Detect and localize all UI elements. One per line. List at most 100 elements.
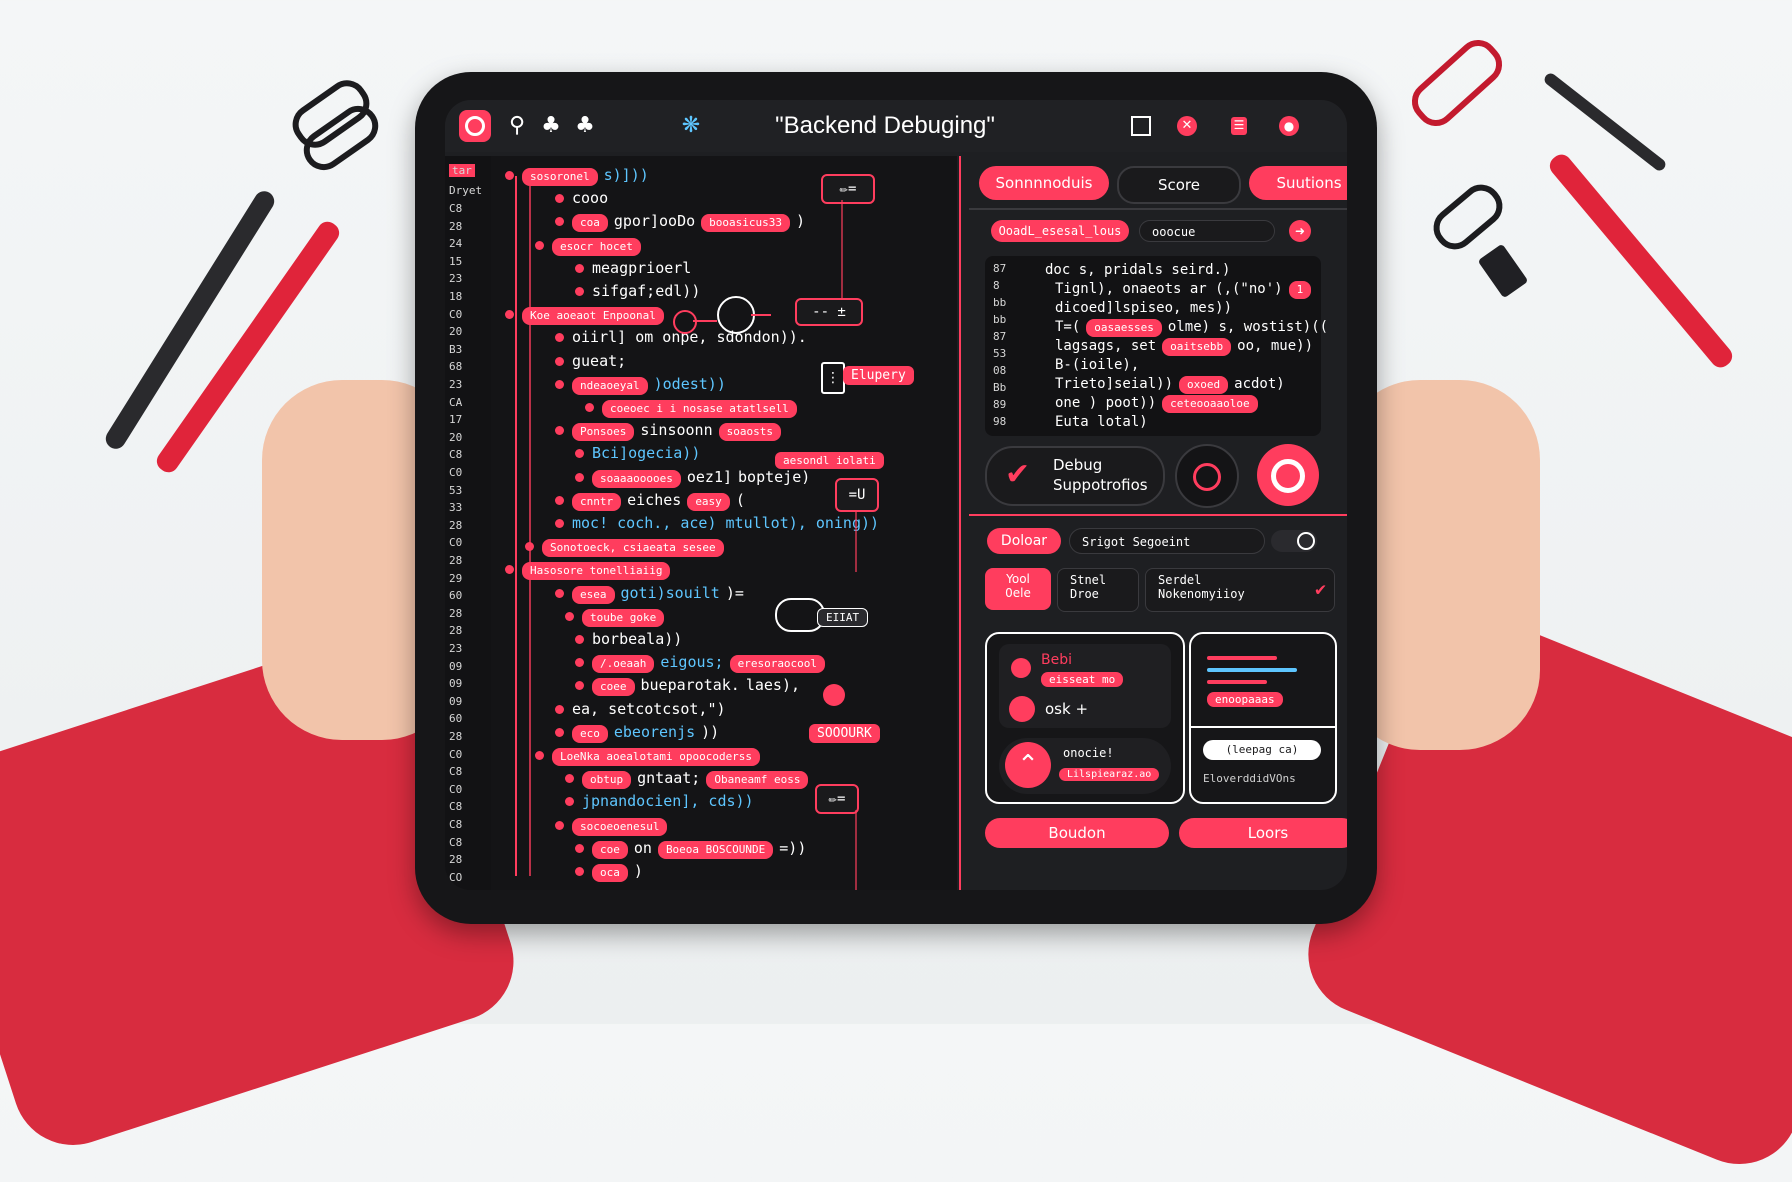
edit-icon-2[interactable]: ✏= (815, 784, 859, 814)
breakpoint-icon[interactable] (575, 287, 584, 296)
breakpoint-icon[interactable] (575, 681, 584, 691)
code-line[interactable]: moc! coch., ace) mtullot), oning)) (555, 514, 885, 532)
tab-score[interactable]: Score (1117, 166, 1241, 204)
bug-icon[interactable]: ❋ (675, 110, 707, 142)
filter-tag[interactable]: Doloar (987, 528, 1061, 554)
breakpoint-icon[interactable] (555, 519, 564, 528)
location-icon[interactable]: ● (1273, 110, 1305, 142)
club-icon[interactable]: ♣ (535, 110, 567, 142)
code-line[interactable]: obtup gntaat; Obaneamf eoss (565, 769, 814, 790)
close-circle-icon[interactable]: ✕ (1171, 110, 1203, 142)
breakpoint-icon[interactable] (555, 495, 564, 505)
breakpoint-icon[interactable] (565, 611, 574, 621)
breakpoint-icon[interactable] (555, 727, 564, 737)
breakpoint-icon[interactable] (555, 333, 564, 343)
breakpoint-icon[interactable] (505, 310, 514, 320)
breakpoint-icon[interactable] (575, 263, 584, 273)
card-left-inner-bottom[interactable]: ⌃ onocie! Lilspiearaz.ao (999, 738, 1171, 794)
code-line[interactable]: cnntr eiches easy ( (555, 491, 751, 511)
breakpoint-icon[interactable] (555, 379, 564, 389)
edit-icon[interactable]: ✏= (821, 174, 875, 204)
code-line[interactable]: ndeaoeyal)odest)) (555, 375, 732, 395)
breakpoint-icon[interactable] (505, 171, 514, 180)
breakpoint-icon[interactable] (585, 403, 594, 412)
code-line[interactable]: esocr hocet (535, 236, 647, 256)
code-line[interactable]: coa gpor]ooDo booasicus33) (555, 212, 811, 233)
pause-icon[interactable]: ⋮ (821, 362, 845, 394)
row-box-1[interactable]: Stnel Droe (1057, 568, 1139, 612)
code-line[interactable]: esea goti)souilt)= (555, 584, 750, 604)
equals-u-icon[interactable]: =U (835, 478, 879, 512)
code-line[interactable]: gueat; (555, 352, 632, 370)
breakpoint-icon[interactable] (535, 751, 544, 760)
breakpoint-icon[interactable] (525, 542, 534, 552)
breakpoint-icon[interactable] (575, 635, 584, 644)
debug-card[interactable]: ✔ Debug Suppotrofios (985, 446, 1165, 506)
code-line[interactable]: lagsags, set oaitsebb oo, mue)) (1055, 338, 1319, 356)
code-line[interactable]: oca) (575, 862, 649, 882)
plugin-icon[interactable]: ♣ (569, 110, 601, 142)
breakpoint-icon[interactable] (555, 426, 564, 436)
breakpoint-icon[interactable] (575, 867, 584, 876)
search-circle-button[interactable] (1175, 444, 1239, 508)
breakpoint-icon[interactable] (555, 588, 564, 598)
code-line[interactable]: coee bueparotak. laes), (575, 676, 806, 697)
code-line[interactable]: meagprioerl (575, 259, 697, 277)
tab-suutions[interactable]: Suutions (1249, 166, 1347, 200)
code-line[interactable]: Tignl), onaeots ar (,("no') 1 (1055, 281, 1317, 299)
code-line[interactable]: ea, setcotcsot,") (555, 700, 732, 718)
filter-input[interactable]: Srigot Segoeint (1069, 528, 1265, 554)
row-box-2[interactable]: Serdel Nokenomyiioy ✔ (1145, 568, 1335, 612)
menu-icon[interactable]: ☰ (1223, 110, 1255, 142)
code-line[interactable]: /.oeaah eigous; eresoraocool (575, 653, 831, 674)
code-line[interactable]: Koe aoeaot Enpoonal (505, 305, 670, 326)
breakpoint-icon[interactable] (575, 472, 584, 482)
breakpoint-icon[interactable] (505, 565, 514, 575)
tab-sonnnnoduis[interactable]: Sonnnnoduis (979, 166, 1109, 200)
code-line[interactable]: T=(oasaesses olme) s, wostist)(( (1055, 319, 1334, 337)
code-line[interactable]: Euta lotal) (1055, 414, 1154, 430)
toggle-icon[interactable] (1271, 530, 1317, 552)
record-icon[interactable] (459, 110, 491, 142)
code-line[interactable]: eco ebeorenjs)) (555, 723, 725, 743)
code-line[interactable]: B-(ioile), (1055, 357, 1145, 373)
code-line[interactable]: cooo (555, 189, 614, 207)
code-line[interactable]: Hasosore tonelliaiig (505, 560, 676, 581)
code-line[interactable]: coeoec i i nosase atatlsell (585, 398, 803, 418)
breakpoint-icon[interactable] (555, 704, 564, 714)
code-line[interactable]: sifgaf;edl)) (575, 282, 706, 300)
breakpoint-icon[interactable] (555, 194, 564, 204)
breakpoint-icon[interactable] (575, 658, 584, 668)
breakpoint-icon[interactable] (575, 449, 584, 459)
code-line[interactable]: socoeoenesul (555, 816, 673, 836)
code-line[interactable]: dicoed]lspiseo, mes)) (1055, 300, 1238, 316)
breakpoint-icon[interactable] (565, 797, 574, 807)
breakpoint-icon[interactable] (535, 240, 544, 250)
loors-button[interactable]: Loors (1179, 818, 1347, 848)
row-badge[interactable]: Yool 0ele (985, 568, 1051, 610)
settings-circle-button[interactable] (1257, 444, 1319, 506)
code-line[interactable]: coe on Boeoa BOSCOUNDE =)) (575, 839, 812, 859)
breakpoint-icon[interactable] (565, 774, 574, 784)
breakpoint-icon[interactable] (555, 356, 564, 366)
code-line[interactable]: doc s, pridals seird.) (1045, 262, 1236, 278)
card-right-input[interactable]: (leepag ca) (1203, 740, 1321, 760)
search-input[interactable]: ooocue (1139, 220, 1275, 242)
search-icon[interactable]: ⚲ (501, 110, 533, 142)
code-line[interactable]: LoeNka aoealotami opoocoderss (535, 746, 766, 766)
breakpoint-icon[interactable] (555, 820, 564, 830)
code-line[interactable]: toube goke (565, 607, 670, 627)
code-line[interactable]: Trieto]seial)) oxoed acdot) (1055, 376, 1291, 394)
code-line[interactable]: soaaaooooes oez1] bopteje) (575, 468, 816, 488)
code-line[interactable]: borbeala)) (575, 630, 688, 648)
square-icon[interactable] (1125, 110, 1157, 142)
search-go-icon[interactable]: ➜ (1289, 220, 1311, 242)
code-line[interactable]: jpnandocien], cds)) (565, 792, 760, 810)
breakpoint-icon[interactable] (555, 217, 564, 227)
breakpoint-icon[interactable] (575, 843, 584, 853)
code-line[interactable]: Sonotoeck, csiaeata sesee (525, 537, 730, 558)
minus-plus-icon[interactable]: -- ± (795, 298, 863, 326)
code-line[interactable]: one ) poot)) ceteooaaoloe (1055, 395, 1264, 413)
code-line[interactable]: Ponsoes sinsoonn soaosts (555, 421, 787, 442)
code-line[interactable]: sosoronel s)])) (505, 166, 655, 186)
